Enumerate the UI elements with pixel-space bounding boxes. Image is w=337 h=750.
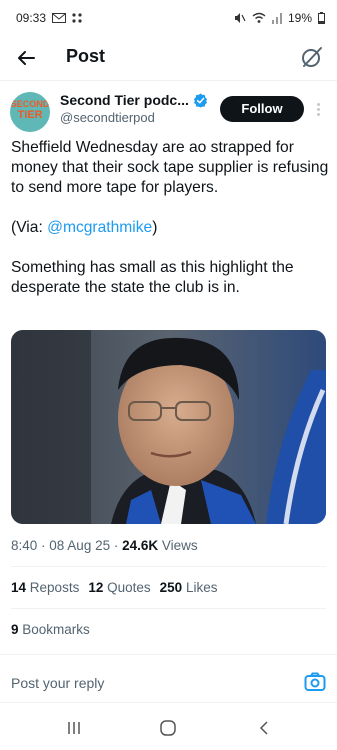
reposts-label: Reposts xyxy=(29,580,80,595)
bookmarks-count: 9 xyxy=(11,622,19,637)
likes-stat[interactable]: 250 Likes xyxy=(160,580,218,595)
via-suffix: ) xyxy=(152,219,158,236)
top-bar: Post xyxy=(0,36,337,80)
post-date: 08 Aug 25 xyxy=(49,538,111,553)
more-options-button[interactable] xyxy=(310,98,326,120)
likes-label: Likes xyxy=(185,580,218,595)
tweet-photo[interactable] xyxy=(11,330,326,524)
follow-button[interactable]: Follow xyxy=(220,96,304,122)
tweet-paragraph-1: Sheffield Wednesday are ao strapped for … xyxy=(11,139,329,196)
avatar-logo-line2: TIER xyxy=(17,109,43,121)
reply-input[interactable]: Post your reply xyxy=(11,675,104,691)
reply-divider xyxy=(0,702,337,703)
status-bar: 09:33 19% xyxy=(0,0,337,36)
author-name[interactable]: Second Tier podc... xyxy=(60,92,189,108)
mention-link[interactable]: @mcgrathmike xyxy=(47,219,152,236)
home-button[interactable] xyxy=(156,716,180,740)
tweet-paragraph-2: (Via: @mcgrathmike) xyxy=(11,218,329,238)
grok-button[interactable] xyxy=(299,44,325,70)
more-dot xyxy=(316,102,320,106)
engagement-stats: 14 Reposts 12 Quotes 250 Likes xyxy=(11,580,217,595)
back-nav-button[interactable] xyxy=(252,716,276,740)
bookmarks-stat[interactable]: 9 Bookmarks xyxy=(11,622,90,637)
camera-button[interactable] xyxy=(303,670,327,694)
home-icon xyxy=(160,720,176,736)
recent-apps-icon xyxy=(68,722,80,734)
signal-icon xyxy=(271,12,282,24)
back-button[interactable] xyxy=(14,46,38,70)
page-title: Post xyxy=(66,46,106,66)
verified-badge-icon xyxy=(193,92,207,108)
status-time: 09:33 xyxy=(16,11,47,25)
system-nav-bar xyxy=(0,706,337,750)
reposts-stat[interactable]: 14 Reposts xyxy=(11,580,79,595)
back-chevron-icon xyxy=(259,721,268,735)
reply-bar: Post your reply xyxy=(0,664,337,702)
tweet-text: Sheffield Wednesday are ao strapped for … xyxy=(11,138,329,298)
tweet-paragraph-3: Something has small as this highlight th… xyxy=(11,259,294,296)
back-arrow-icon xyxy=(18,51,35,65)
author-handle[interactable]: @secondtierpod xyxy=(60,110,155,125)
camera-icon xyxy=(304,672,326,691)
avatar[interactable]: SECOND TIER xyxy=(10,92,50,132)
photo-image xyxy=(11,330,326,524)
recent-apps-button[interactable] xyxy=(62,716,86,740)
post-meta: 8:40 · 08 Aug 25 · 24.6K Views xyxy=(11,538,198,553)
meta-divider xyxy=(11,566,326,567)
views-label: Views xyxy=(161,538,198,553)
stats-divider xyxy=(11,608,326,609)
author-row: SECOND TIER Second Tier podc... @secondt… xyxy=(0,90,337,134)
battery-icon xyxy=(318,12,325,24)
quotes-stat[interactable]: 12 Quotes xyxy=(88,580,150,595)
via-prefix: (Via: xyxy=(11,219,48,236)
more-dot xyxy=(316,107,320,111)
quotes-label: Quotes xyxy=(107,580,151,595)
grok-icon xyxy=(302,47,322,67)
app-grid-notification-icon xyxy=(72,13,82,23)
reposts-count: 14 xyxy=(11,580,27,595)
mail-notification-icon xyxy=(52,13,67,23)
wifi-icon xyxy=(252,12,266,24)
post-time: 8:40 xyxy=(11,538,38,553)
header-divider xyxy=(0,80,337,81)
mute-icon xyxy=(234,12,246,24)
likes-count: 250 xyxy=(159,580,183,595)
avatar-logo-line1: SECOND xyxy=(10,99,50,109)
name-row: Second Tier podc... xyxy=(60,92,208,108)
battery-percent: 19% xyxy=(287,11,312,25)
more-dot xyxy=(316,112,320,116)
quotes-count: 12 xyxy=(88,580,104,595)
status-right: 19% xyxy=(234,11,325,25)
bookmarks-label: Bookmarks xyxy=(22,622,90,637)
status-left: 09:33 xyxy=(16,11,82,25)
avatar-logo: SECOND TIER xyxy=(10,99,50,122)
views-count: 24.6K xyxy=(122,538,159,553)
bookmarks-divider xyxy=(0,654,337,655)
